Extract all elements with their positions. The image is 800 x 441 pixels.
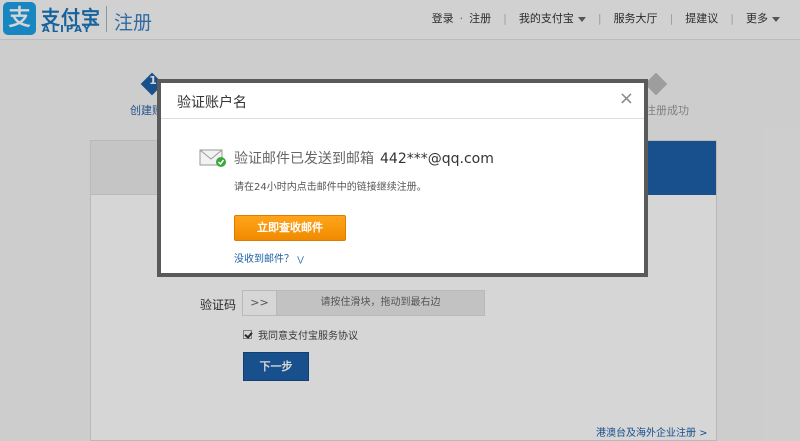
close-icon[interactable]: × bbox=[619, 89, 634, 109]
no-mail-label: 没收到邮件？ bbox=[234, 254, 294, 265]
dialog-title: 验证账户名 bbox=[177, 95, 247, 111]
verify-dialog: 验证账户名 × 验证邮件已发送到邮箱 442***@qq.com 请在24小时内点… bbox=[161, 83, 644, 273]
mail-sent-message: 验证邮件已发送到邮箱 442***@qq.com bbox=[234, 148, 494, 168]
mail-icon bbox=[199, 149, 226, 167]
no-mail-link[interactable]: 没收到邮件？ ⋁ bbox=[234, 250, 304, 265]
mail-hint: 请在24小时内点击邮件中的链接继续注册。 bbox=[234, 182, 427, 193]
chevron-down-icon: ⋁ bbox=[297, 255, 304, 264]
verify-dialog-frame: 验证账户名 × 验证邮件已发送到邮箱 442***@qq.com 请在24小时内点… bbox=[157, 79, 648, 277]
mail-sent-label: 验证邮件已发送到邮箱 bbox=[234, 151, 374, 167]
check-mail-button[interactable]: 立即查收邮件 bbox=[234, 215, 346, 241]
email-address: 442***@qq.com bbox=[380, 151, 494, 167]
dialog-header: 验证账户名 × bbox=[161, 83, 644, 119]
